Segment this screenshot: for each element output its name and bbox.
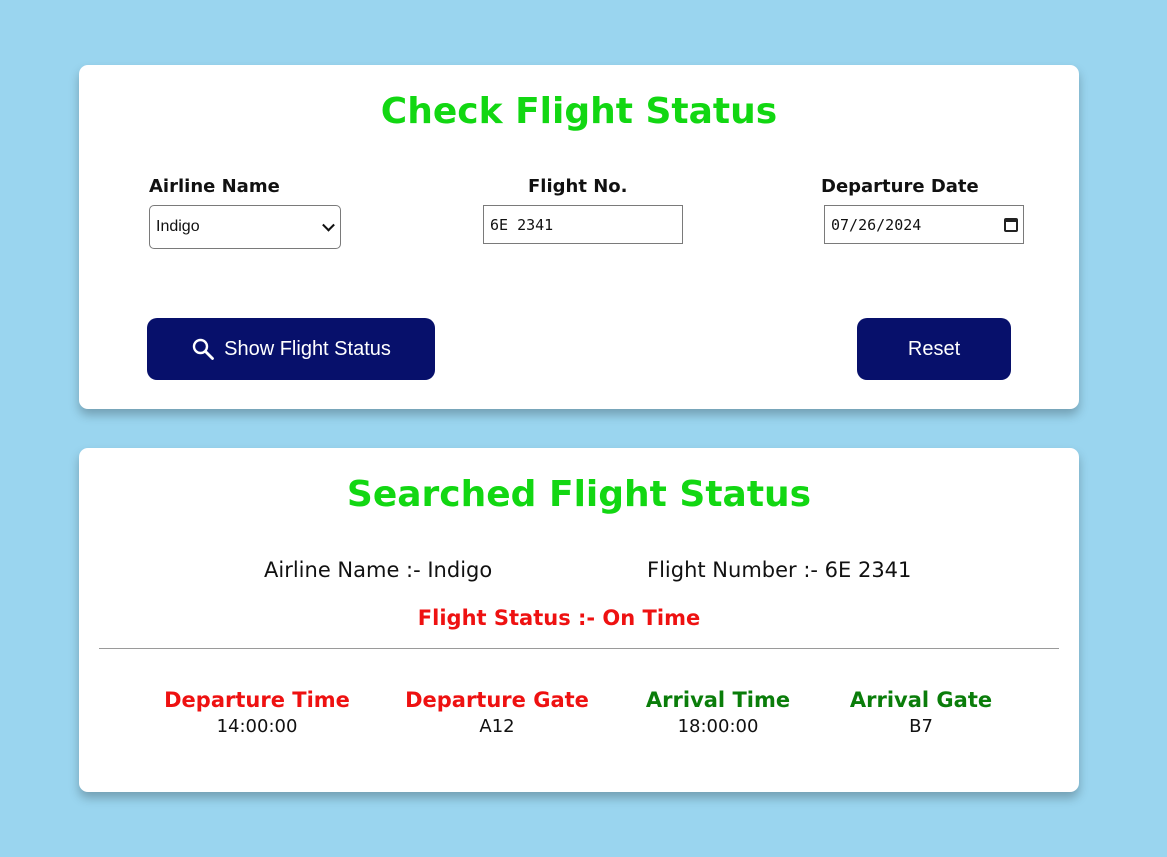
result-title: Searched Flight Status (346, 474, 812, 515)
arrival-gate-column: Arrival Gate B7 (811, 688, 1031, 737)
airline-select[interactable]: Indigo (149, 205, 341, 249)
departure-gate-label: Departure Gate (405, 688, 589, 712)
reset-label: Reset (907, 337, 961, 360)
airline-label: Airline Name (149, 176, 280, 197)
departure-date-value: 07/26/2024 (831, 215, 922, 234)
arrival-time-column: Arrival Time 18:00:00 (608, 688, 828, 737)
departure-date-input[interactable]: 07/26/2024 (824, 205, 1024, 244)
departure-gate-value: A12 (479, 716, 515, 737)
departure-time-value: 14:00:00 (216, 716, 298, 737)
result-airline-name: Airline Name :- Indigo (264, 558, 493, 582)
flight-result-card: Searched Flight Status Airline Name :- I… (79, 448, 1079, 792)
reset-button[interactable]: Reset (857, 318, 1011, 380)
departure-date-label: Departure Date (821, 176, 979, 197)
arrival-time-value: 18:00:00 (677, 716, 759, 737)
flight-status-text: Flight Status :- On Time (417, 606, 701, 630)
result-divider (99, 648, 1059, 649)
arrival-time-label: Arrival Time (645, 688, 791, 712)
flight-no-input[interactable]: 6E 2341 (483, 205, 683, 244)
calendar-icon[interactable] (1004, 217, 1018, 232)
arrival-gate-value: B7 (909, 716, 933, 737)
search-icon (192, 338, 215, 360)
result-flight-number: Flight Number :- 6E 2341 (647, 558, 912, 582)
flight-search-card: Check Flight Status Airline Name Indigo … (79, 65, 1079, 409)
flight-no-label: Flight No. (528, 176, 628, 197)
flight-no-value: 6E 2341 (490, 215, 554, 234)
departure-gate-column: Departure Gate A12 (387, 688, 607, 737)
departure-time-column: Departure Time 14:00:00 (147, 688, 367, 737)
chevron-down-icon (322, 218, 335, 232)
airline-select-value: Indigo (156, 218, 200, 235)
arrival-gate-label: Arrival Gate (849, 688, 993, 712)
search-title: Check Flight Status (380, 91, 778, 132)
show-flight-status-button[interactable]: Show Flight Status (147, 318, 435, 380)
show-flight-status-label: Show Flight Status (224, 337, 391, 360)
departure-time-label: Departure Time (164, 688, 350, 712)
